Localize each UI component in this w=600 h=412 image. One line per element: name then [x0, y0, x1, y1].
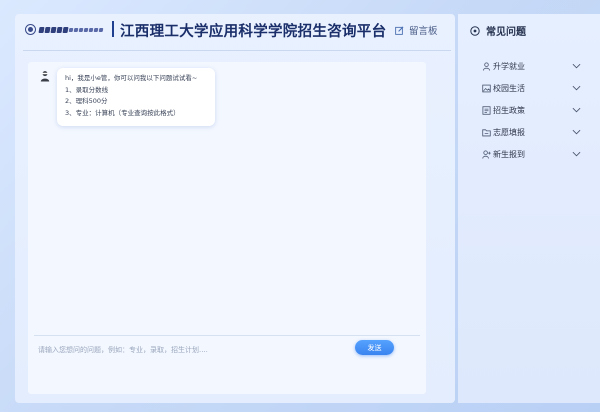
input-separator	[34, 335, 420, 336]
faq-item-application[interactable]: 志愿填报	[458, 122, 600, 144]
message-line: 3、专业：计算机（专业查询按此格式）	[65, 108, 180, 117]
faq-item-label: 校园生活	[493, 84, 525, 93]
faq-title: 常见问题	[486, 27, 526, 38]
faq-item-admission-policy[interactable]: 招生政策	[458, 100, 600, 122]
faq-item-label: 升学就业	[493, 62, 525, 71]
faq-item-label: 招生政策	[493, 106, 525, 115]
app-window: 江西理工大学应用科学学院招生咨询平台 留言板 hi，我是小e管，你可以问我以下问…	[0, 0, 600, 412]
logo-calligraphy	[38, 26, 104, 33]
faq-item-campus-life[interactable]: 校园生活	[458, 78, 600, 100]
faq-header: 常见问题	[470, 23, 526, 38]
page-title: 江西理工大学应用科学学院招生咨询平台	[120, 24, 387, 40]
chevron-down-icon	[572, 107, 581, 113]
image-icon	[482, 84, 491, 93]
header-separator	[23, 50, 451, 51]
chevron-down-icon	[572, 151, 581, 157]
folder-icon	[482, 129, 491, 137]
logo-seal-icon	[25, 24, 36, 35]
chevron-down-icon	[572, 129, 581, 135]
main-panel: 江西理工大学应用科学学院招生咨询平台 留言板 hi，我是小e管，你可以问我以下问…	[15, 14, 455, 403]
bot-avatar-icon	[40, 71, 50, 82]
message-line: hi，我是小e管，你可以问我以下问题试试看~	[65, 74, 198, 82]
header: 江西理工大学应用科学学院招生咨询平台 留言板	[15, 14, 455, 51]
faq-item-career[interactable]: 升学就业	[458, 56, 600, 78]
user-add-icon	[482, 150, 491, 159]
message-board-label: 留言板	[409, 26, 438, 37]
university-logo	[25, 23, 105, 36]
question-input[interactable]	[38, 341, 338, 359]
header-divider	[112, 21, 114, 37]
chevron-down-icon	[572, 85, 581, 91]
faq-panel: 常见问题 升学就业 校园生活 招生政策 志愿填报 新生报到	[458, 14, 600, 403]
message-line: 1、录取分数线	[65, 85, 109, 94]
faq-item-freshman-registration[interactable]: 新生报到	[458, 144, 600, 166]
message-line: 2、理科500分	[65, 97, 108, 105]
chat-area: hi，我是小e管，你可以问我以下问题试试看~ 1、录取分数线 2、理科500分 …	[28, 62, 426, 394]
faq-item-label: 志愿填报	[493, 128, 525, 137]
faq-list: 升学就业 校园生活 招生政策 志愿填报 新生报到	[458, 56, 600, 166]
bot-message-bubble: hi，我是小e管，你可以问我以下问题试试看~ 1、录取分数线 2、理科500分 …	[57, 68, 215, 126]
edit-icon	[395, 26, 404, 35]
help-circle-icon	[470, 25, 480, 36]
chevron-down-icon	[572, 63, 581, 69]
message-board-button[interactable]: 留言板	[395, 23, 438, 37]
document-icon	[482, 106, 491, 115]
send-button[interactable]: 发送	[355, 340, 394, 355]
faq-item-label: 新生报到	[493, 150, 525, 159]
person-icon	[482, 62, 491, 71]
